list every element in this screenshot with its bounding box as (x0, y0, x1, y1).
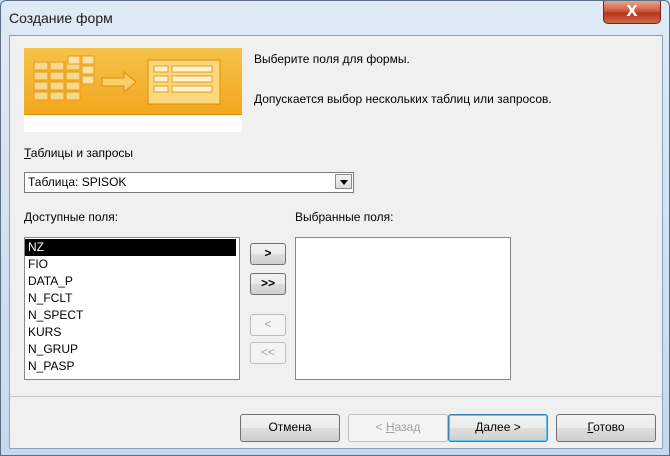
selected-fields-list[interactable] (295, 237, 511, 380)
remove-all-fields-button[interactable]: << (250, 342, 286, 364)
list-item[interactable]: N_FCLT (25, 290, 236, 307)
list-item[interactable]: FIO (25, 256, 236, 273)
wizard-window: Создание форм X Выберите поля для формы.… (0, 0, 670, 456)
title-bar[interactable]: Создание форм X (1, 1, 669, 35)
next-button[interactable]: Далее > (448, 414, 548, 442)
finish-button[interactable]: Готово (556, 414, 656, 442)
available-fields-label: Доступные поля: (24, 210, 119, 224)
add-all-fields-button[interactable]: >> (250, 273, 286, 295)
wizard-client-area: Выберите поля для формы. Допускается выб… (9, 35, 663, 449)
available-fields-list[interactable]: NZ FIO DATA_P N_FCLT N_SPECT KURS N_GRUP N_PASP (24, 237, 240, 380)
instruction-text: Выберите поля для формы. (254, 52, 410, 66)
chevron-down-icon[interactable] (335, 174, 352, 189)
back-button[interactable]: < Назад (348, 414, 448, 442)
tables-dropdown-value: Таблица: SPISOK (28, 175, 127, 189)
table-to-form-icon (33, 55, 221, 105)
remove-field-button[interactable]: < (250, 314, 286, 336)
hint-text: Допускается выбор нескольких таблиц или … (254, 92, 552, 106)
selected-fields-label: Выбранные поля: (295, 210, 394, 224)
close-button[interactable]: X (603, 1, 661, 24)
button-separator (10, 396, 662, 397)
form-wizard-graphic (24, 48, 242, 115)
list-item[interactable]: N_PASP (25, 358, 236, 375)
tables-label: Таблицы и запросы (24, 146, 134, 160)
wizard-illustration (24, 48, 242, 132)
list-item[interactable]: N_GRUP (25, 341, 236, 358)
list-item[interactable]: N_SPECT (25, 307, 236, 324)
add-field-button[interactable]: > (250, 243, 286, 265)
tables-queries-dropdown[interactable]: Таблица: SPISOK (24, 172, 354, 193)
close-icon: X (626, 2, 638, 20)
list-item[interactable]: DATA_P (25, 273, 236, 290)
list-item[interactable]: NZ (25, 239, 236, 256)
cancel-button[interactable]: Отмена (240, 414, 340, 442)
list-item[interactable]: KURS (25, 324, 236, 341)
window-title: Создание форм (9, 10, 113, 26)
